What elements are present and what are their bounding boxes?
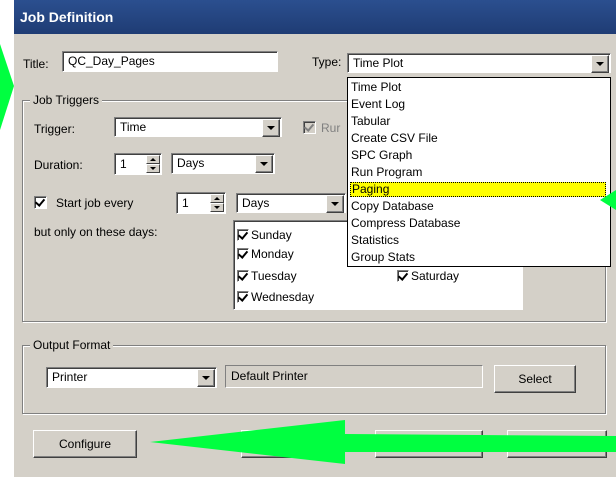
type-option-tabular[interactable]: Tabular xyxy=(350,114,607,129)
start-unit-dropdown[interactable]: Days xyxy=(236,193,346,213)
checkmark-icon xyxy=(34,196,46,207)
checkmark-icon xyxy=(303,121,315,132)
duration-stepper[interactable]: 1 xyxy=(114,153,162,175)
output-format-label: Output Format xyxy=(30,338,114,352)
start-job-checkbox[interactable] xyxy=(34,196,47,209)
type-option-event-log[interactable]: Event Log xyxy=(350,97,607,112)
dialog-title: Job Definition xyxy=(14,0,616,34)
title-input[interactable]: QC_Day_Pages xyxy=(62,51,278,72)
output-format-button[interactable] xyxy=(197,369,215,387)
duration-spin[interactable] xyxy=(146,155,160,173)
annotation-arrow-paging xyxy=(600,190,616,210)
chevron-down-icon xyxy=(260,162,268,166)
duration-label: Duration: xyxy=(34,158,83,172)
job-definition-dialog: Job Definition Title: QC_Day_Pages Type:… xyxy=(14,0,616,477)
spin-up-icon xyxy=(150,158,156,161)
day-checkbox[interactable] xyxy=(237,270,249,282)
chevron-down-icon xyxy=(596,62,604,66)
output-format-dropdown[interactable]: Printer xyxy=(46,367,217,388)
type-option-compress-database[interactable]: Compress Database xyxy=(350,216,607,231)
duration-down-button[interactable] xyxy=(146,164,160,173)
trigger-label: Trigger: xyxy=(34,122,75,136)
run-checkbox[interactable] xyxy=(303,121,316,134)
type-option-copy-database[interactable]: Copy Database xyxy=(350,199,607,214)
day-checkbox[interactable] xyxy=(237,229,249,241)
chevron-down-icon xyxy=(331,202,339,206)
checkmark-icon xyxy=(237,291,249,302)
type-option-create-csv-file[interactable]: Create CSV File xyxy=(350,131,607,146)
type-option-group-stats[interactable]: Group Stats xyxy=(350,250,607,265)
duration-up-button[interactable] xyxy=(146,155,160,164)
type-dropdown-button[interactable] xyxy=(591,55,609,73)
checkmark-icon xyxy=(237,248,249,259)
trigger-dropdown[interactable]: Time xyxy=(114,117,282,137)
checkmark-icon xyxy=(237,270,249,281)
start-every-up-button[interactable] xyxy=(210,194,224,203)
duration-unit-dropdown[interactable]: Days xyxy=(171,153,275,174)
duration-unit-button[interactable] xyxy=(255,155,273,173)
start-every-down-button[interactable] xyxy=(210,203,224,212)
configure-button[interactable]: Configure xyxy=(33,430,137,458)
start-job-label: Start job every xyxy=(56,196,134,210)
start-every-stepper[interactable]: 1 xyxy=(176,192,226,214)
type-option-time-plot[interactable]: Time Plot xyxy=(350,80,607,95)
annotation-arrow-configure xyxy=(150,420,616,464)
job-triggers-label: Job Triggers xyxy=(30,93,103,107)
trigger-dropdown-button[interactable] xyxy=(262,119,280,137)
spin-down-icon xyxy=(150,167,156,170)
run-label: Rur xyxy=(321,121,341,135)
type-option-statistics[interactable]: Statistics xyxy=(350,233,607,248)
chevron-down-icon xyxy=(267,126,275,130)
printer-field: Default Printer xyxy=(225,365,483,388)
day-checkbox[interactable] xyxy=(237,291,249,303)
spin-up-icon xyxy=(214,197,220,200)
type-option-run-program[interactable]: Run Program xyxy=(350,165,607,180)
select-printer-button[interactable]: Select xyxy=(494,365,576,393)
title-label: Title: xyxy=(23,57,49,71)
spin-down-icon xyxy=(214,206,220,209)
day-checkbox[interactable] xyxy=(397,270,409,282)
type-dropdown-list[interactable]: Time Plot Event Log Tabular Create CSV F… xyxy=(347,77,611,267)
chevron-down-icon xyxy=(202,376,210,380)
checkmark-icon xyxy=(397,270,409,281)
day-checkbox[interactable] xyxy=(237,248,249,260)
days-label: but only on these days: xyxy=(34,225,158,239)
type-option-paging[interactable]: Paging xyxy=(350,182,606,197)
type-option-spc-graph[interactable]: SPC Graph xyxy=(350,148,607,163)
checkmark-icon xyxy=(237,229,249,240)
start-unit-button[interactable] xyxy=(326,195,344,213)
start-every-spin[interactable] xyxy=(210,194,224,212)
type-dropdown[interactable]: Time Plot xyxy=(347,53,611,73)
type-label: Type: xyxy=(312,55,342,69)
